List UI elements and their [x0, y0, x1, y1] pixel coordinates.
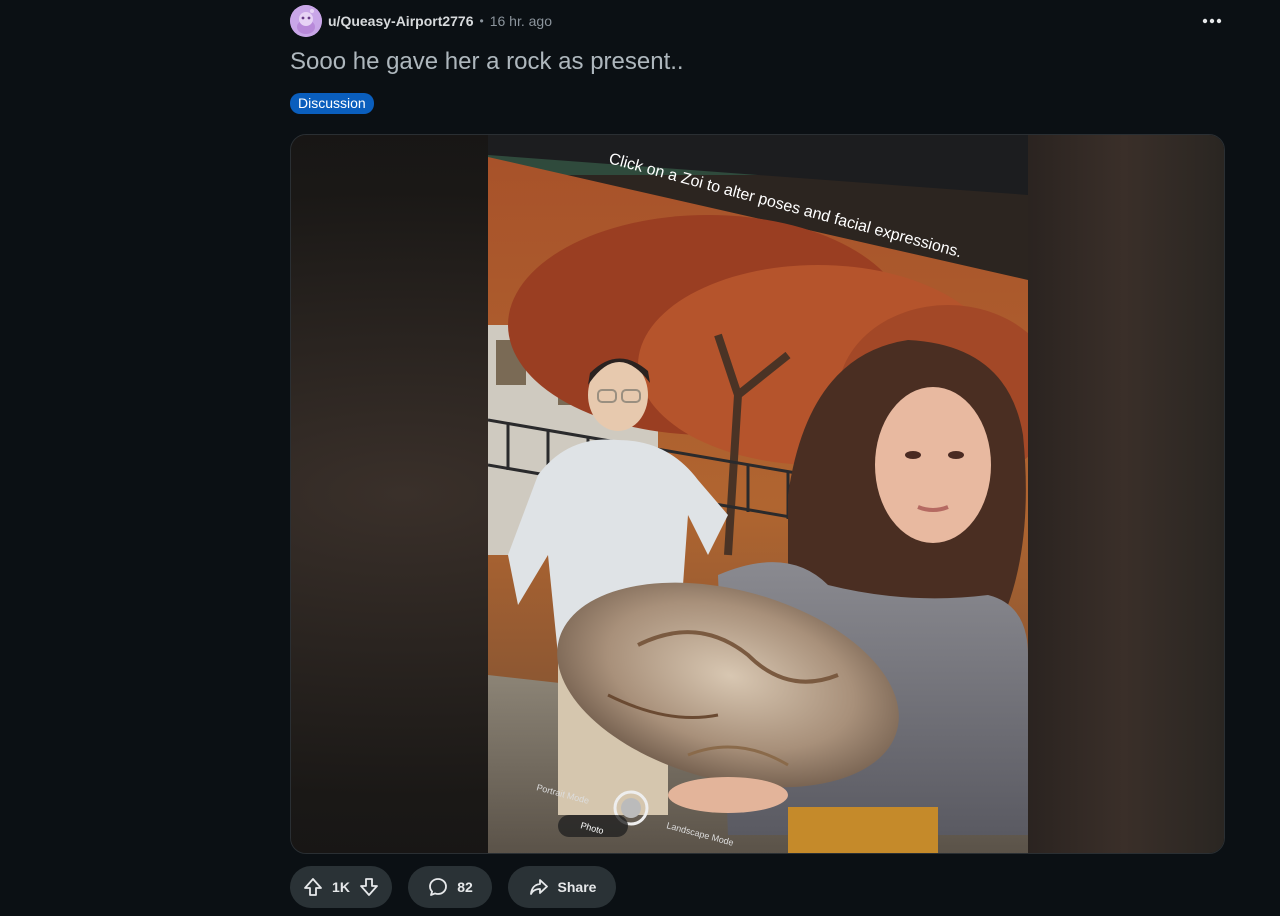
flair-badge[interactable]: Discussion	[290, 93, 374, 114]
overflow-menu-button[interactable]	[1199, 8, 1225, 34]
meta-separator: •	[479, 14, 484, 28]
comment-icon	[429, 878, 448, 896]
post-media[interactable]: Click on a Zoi to alter poses and facial…	[290, 134, 1225, 854]
snoo-avatar-icon	[290, 5, 322, 37]
share-button[interactable]: Share	[508, 866, 616, 908]
share-label: Share	[557, 879, 597, 895]
post-timestamp: 16 hr. ago	[489, 13, 552, 29]
vote-control: 1K	[290, 866, 392, 908]
upvote-button[interactable]	[302, 876, 324, 898]
share-icon	[529, 879, 548, 895]
vote-score: 1K	[332, 879, 350, 895]
game-screenshot-photo: Click on a Zoi to alter poses and facial…	[488, 135, 1028, 853]
comment-icon-wrap	[427, 876, 449, 898]
media-blur-background-right	[1024, 135, 1224, 853]
author-username[interactable]: u/Queasy-Airport2776	[328, 13, 474, 29]
post-action-bar: 1K 82 Share	[290, 866, 616, 908]
comments-button[interactable]: 82	[408, 866, 492, 908]
post-container: u/Queasy-Airport2776 • 16 hr. ago Sooo h…	[290, 0, 1225, 916]
post-image[interactable]: Click on a Zoi to alter poses and facial…	[488, 135, 1028, 853]
post-title[interactable]: Sooo he gave her a rock as present..	[290, 48, 684, 76]
comment-count: 82	[457, 879, 473, 895]
arrow-down-icon	[360, 878, 378, 896]
downvote-button[interactable]	[358, 876, 380, 898]
post-meta: u/Queasy-Airport2776 • 16 hr. ago	[290, 4, 552, 38]
avatar[interactable]	[290, 5, 322, 37]
share-icon-wrap	[528, 876, 550, 898]
arrow-up-icon	[304, 878, 322, 896]
more-horizontal-icon	[1202, 18, 1222, 24]
